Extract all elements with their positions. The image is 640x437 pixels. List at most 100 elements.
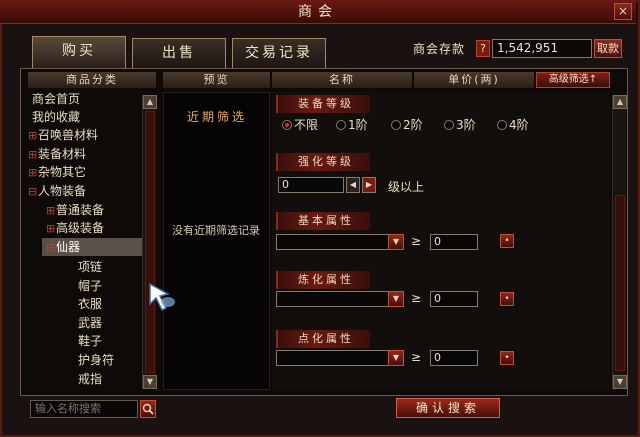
- increase-icon[interactable]: ▶: [362, 177, 376, 193]
- sidebar-item-home[interactable]: 商会首页: [32, 90, 80, 108]
- bank-deposit-label: 商会存款: [413, 42, 466, 56]
- radio-icon: [391, 120, 401, 130]
- expand-icon[interactable]: ⊞: [46, 220, 56, 238]
- enhance-level-suffix: 级以上: [388, 180, 425, 194]
- basic-attr-value[interactable]: 0: [430, 234, 478, 250]
- sidebar-item-label: 衣服: [78, 297, 103, 311]
- chevron-down-icon[interactable]: ▼: [388, 234, 404, 250]
- sidebar-item-label: 人物装备: [38, 184, 87, 198]
- expand-icon[interactable]: ⊞: [46, 202, 56, 220]
- sidebar-item-hat[interactable]: 帽子: [78, 277, 102, 295]
- filter-scrollbar[interactable]: ▲ ▼: [612, 95, 627, 389]
- category-tree: 商会首页 我的收藏 ⊞召唤兽材料 ⊞装备材料 ⊞杂物其它 ⊟人物装备 ⊞普通装备…: [28, 90, 142, 390]
- header-name: 名称: [272, 72, 412, 88]
- close-button[interactable]: ×: [614, 3, 632, 20]
- sidebar-item-shoes[interactable]: 鞋子: [78, 332, 102, 350]
- chevron-down-icon[interactable]: ▼: [388, 350, 404, 366]
- radio-tier-1[interactable]: 1阶: [336, 118, 368, 132]
- sidebar-item-amulet[interactable]: 护身符: [78, 351, 114, 369]
- scroll-up-icon[interactable]: ▲: [613, 95, 627, 109]
- sidebar-item-advanced-equip[interactable]: ⊞高级装备: [46, 219, 104, 237]
- basic-attr-option-button[interactable]: •: [500, 234, 514, 248]
- collapse-icon[interactable]: ⊟: [28, 183, 38, 201]
- help-icon[interactable]: ?: [476, 40, 490, 57]
- search-button[interactable]: [140, 400, 156, 418]
- dot-attr-label: 点化属性: [276, 330, 370, 348]
- sidebar-item-label: 武器: [78, 316, 103, 330]
- ge-symbol: ≥: [411, 350, 422, 364]
- sidebar-item-label: 我的收藏: [32, 110, 81, 124]
- search-icon: [142, 403, 154, 415]
- radio-tier-3[interactable]: 3阶: [444, 118, 476, 132]
- mouse-cursor-icon: [149, 282, 175, 312]
- radio-icon: [282, 120, 292, 130]
- header-category: 商品分类: [28, 72, 156, 88]
- scroll-thumb[interactable]: [615, 195, 625, 371]
- ge-symbol: ≥: [411, 234, 422, 248]
- radio-label: 2阶: [403, 118, 423, 132]
- refine-attr-option-button[interactable]: •: [500, 292, 514, 306]
- refine-attr-select[interactable]: ▼: [276, 291, 404, 307]
- sidebar-item-label: 项链: [78, 260, 103, 274]
- sidebar-item-label: 装备材料: [38, 147, 87, 161]
- dot-attr-value[interactable]: 0: [430, 350, 478, 366]
- category-scrollbar[interactable]: ▲ ▼: [142, 95, 157, 389]
- radio-tier-2[interactable]: 2阶: [391, 118, 423, 132]
- sidebar-item-label: 召唤兽材料: [38, 128, 99, 142]
- decrease-icon[interactable]: ◀: [346, 177, 360, 193]
- scroll-down-icon[interactable]: ▼: [143, 375, 157, 389]
- basic-attr-label: 基本属性: [276, 212, 370, 230]
- collapse-icon[interactable]: ⊟: [46, 239, 56, 257]
- scroll-thumb[interactable]: [145, 111, 155, 373]
- dot-attr-option-button[interactable]: •: [500, 351, 514, 365]
- enhance-level-input[interactable]: 0: [278, 177, 344, 193]
- sidebar-item-label: 高级装备: [56, 221, 105, 235]
- radio-unlimited[interactable]: 不限: [282, 118, 318, 132]
- sidebar-item-character-equip[interactable]: ⊟人物装备: [28, 182, 86, 200]
- advanced-filter-button[interactable]: 高级筛选↑: [536, 72, 610, 88]
- enhance-level-label: 强化等级: [276, 153, 370, 171]
- sidebar-item-normal-equip[interactable]: ⊞普通装备: [46, 201, 104, 219]
- sidebar-item-label: 仙器: [56, 240, 81, 254]
- sidebar-item-favorites[interactable]: 我的收藏: [32, 108, 80, 126]
- sidebar-item-immortal-gear[interactable]: ⊟仙器: [42, 238, 142, 256]
- tab-sell[interactable]: 出售: [132, 38, 226, 68]
- sidebar-item-pet-materials[interactable]: ⊞召唤兽材料: [28, 126, 98, 144]
- basic-attr-select[interactable]: ▼: [276, 234, 404, 250]
- confirm-search-button[interactable]: 确认搜索: [396, 398, 500, 418]
- radio-icon: [497, 120, 507, 130]
- radio-icon: [336, 120, 346, 130]
- sidebar-item-ring[interactable]: 戒指: [78, 370, 102, 388]
- sidebar-item-label: 普通装备: [56, 203, 105, 217]
- sidebar-item-label: 杂物其它: [38, 165, 87, 179]
- sidebar-item-weapon[interactable]: 武器: [78, 314, 102, 332]
- sidebar-item-label: 戒指: [78, 372, 103, 386]
- scroll-down-icon[interactable]: ▼: [613, 375, 627, 389]
- recent-filter-panel: [163, 92, 270, 390]
- recent-filter-empty: 没有近期筛选记录: [172, 224, 260, 237]
- refine-attr-label: 炼化属性: [276, 271, 370, 289]
- tab-trade-history[interactable]: 交易记录: [232, 38, 326, 68]
- sidebar-item-clothes[interactable]: 衣服: [78, 295, 102, 313]
- expand-icon[interactable]: ⊞: [28, 127, 38, 145]
- chevron-down-icon[interactable]: ▼: [388, 291, 404, 307]
- sidebar-item-misc[interactable]: ⊞杂物其它: [28, 163, 86, 181]
- scroll-up-icon[interactable]: ▲: [143, 95, 157, 109]
- expand-icon[interactable]: ⊞: [28, 164, 38, 182]
- bank-amount: 1,542,951: [492, 39, 592, 58]
- expand-icon[interactable]: ⊞: [28, 146, 38, 164]
- refine-attr-value[interactable]: 0: [430, 291, 478, 307]
- sidebar-item-equip-materials[interactable]: ⊞装备材料: [28, 145, 86, 163]
- tab-buy[interactable]: 购买: [32, 36, 126, 68]
- sidebar-item-necklace[interactable]: 项链: [78, 258, 102, 276]
- sidebar-item-label: 帽子: [78, 279, 103, 293]
- ge-symbol: ≥: [411, 291, 422, 305]
- withdraw-button[interactable]: 取款: [594, 39, 622, 58]
- radio-tier-4[interactable]: 4阶: [497, 118, 529, 132]
- radio-label: 不限: [294, 118, 319, 132]
- radio-label: 3阶: [456, 118, 476, 132]
- recent-filter-title: 近期筛选: [187, 110, 248, 124]
- search-input[interactable]: [30, 400, 138, 418]
- dot-attr-select[interactable]: ▼: [276, 350, 404, 366]
- radio-label: 1阶: [348, 118, 368, 132]
